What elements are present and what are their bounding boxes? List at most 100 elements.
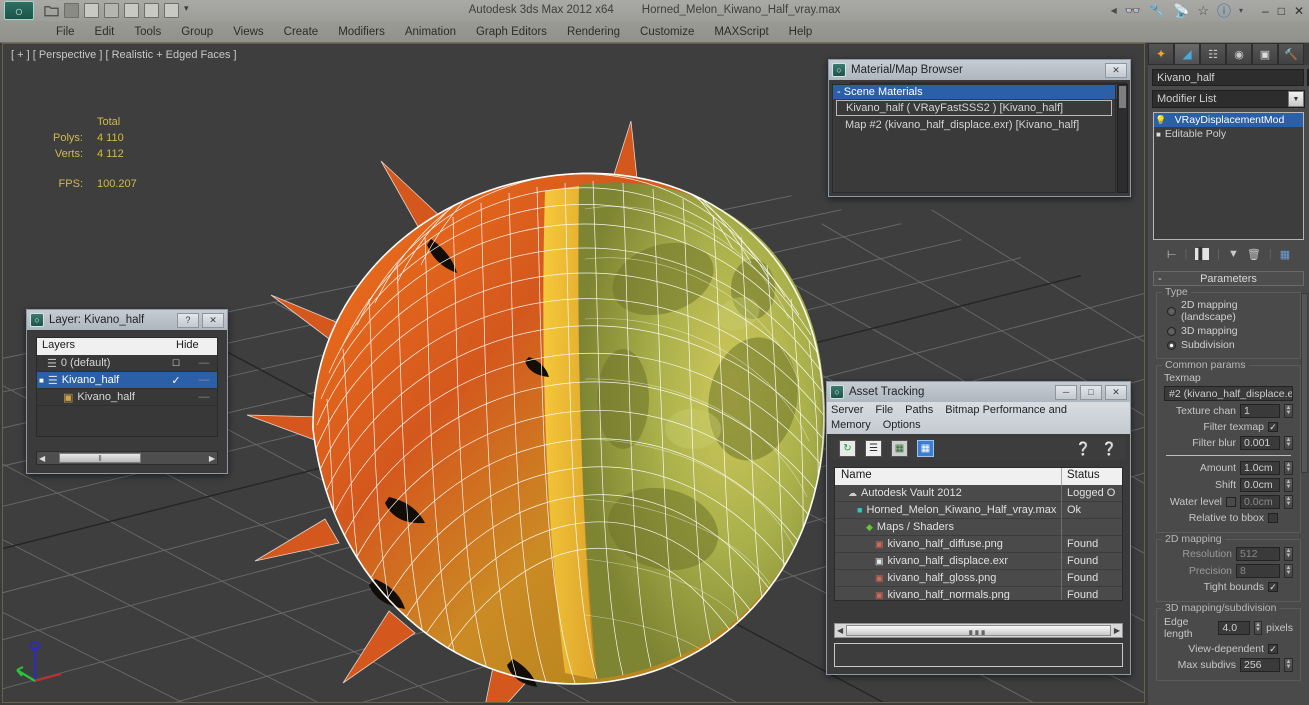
- render-iterative-icon[interactable]: [164, 3, 179, 18]
- scene-materials-group[interactable]: - Scene Materials: [833, 85, 1115, 99]
- layer-dialog-titlebar[interactable]: ○ Layer: Kivano_half ? ✕: [27, 310, 227, 330]
- texture-channel-field[interactable]: 1: [1240, 404, 1280, 418]
- layer-list[interactable]: Layers Hide ☰ 0 (default) ☐ — ■ ☰ Kivano…: [36, 337, 218, 437]
- edge-length-spinner[interactable]: ▲ ▼: [1253, 621, 1263, 635]
- asset-menu-server[interactable]: Server: [831, 404, 863, 416]
- scrollbar-thumb[interactable]: ▖▖▖: [846, 625, 1111, 636]
- lightbulb-icon[interactable]: 💡: [1155, 115, 1166, 126]
- render-setup-icon[interactable]: [104, 3, 119, 18]
- max-subdivs-field[interactable]: 256: [1240, 658, 1280, 672]
- list-view-icon[interactable]: ☰: [865, 440, 882, 457]
- asset-menu-paths[interactable]: Paths: [905, 404, 933, 416]
- asset-menu-bitmap-performance-and-memory[interactable]: Bitmap Performance and Memory: [831, 404, 1067, 431]
- asset-list[interactable]: Name Status ☁ Autodesk Vault 2012 Logged O…: [834, 467, 1123, 601]
- asset-tracking-dialog[interactable]: ○ Asset Tracking ─ □ ✕ Server File Paths Bi…: [826, 381, 1131, 675]
- layer-row-kivano-half[interactable]: ■ ☰ Kivano_half ✓ —: [37, 372, 217, 389]
- view-dependent-checkbox[interactable]: ✓: [1268, 644, 1278, 654]
- minimize-button[interactable]: –: [1262, 4, 1269, 18]
- refresh-icon[interactable]: ↻: [839, 440, 856, 457]
- asset-menu-options[interactable]: Options: [883, 419, 921, 431]
- material-browser-titlebar[interactable]: ○ Material/Map Browser ✕: [829, 60, 1130, 80]
- scrollbar-thumb[interactable]: ‖: [59, 453, 142, 463]
- parameters-rollout[interactable]: - Parameters Type 2D mapping (landscape)…: [1153, 271, 1304, 681]
- menu-item-file[interactable]: File: [46, 21, 85, 43]
- make-unique-icon[interactable]: ▼: [1228, 248, 1239, 260]
- asset-close-button[interactable]: ✕: [1105, 384, 1127, 400]
- layer-hide-cell[interactable]: —: [191, 357, 217, 369]
- save-icon[interactable]: [64, 3, 79, 18]
- tab-utilities[interactable]: 🔨: [1278, 43, 1304, 65]
- star-icon[interactable]: ☆: [1197, 3, 1209, 19]
- asset-restore-button[interactable]: □: [1080, 384, 1102, 400]
- material-list[interactable]: - Scene Materials Kivano_half ( VRayFast…: [832, 84, 1116, 193]
- filter-texmap-checkbox[interactable]: ✓: [1268, 422, 1278, 432]
- menu-item-tools[interactable]: Tools: [124, 21, 171, 43]
- radio-icon-selected[interactable]: [1167, 340, 1176, 350]
- help-icon[interactable]: ❔: [1075, 440, 1092, 457]
- tab-create[interactable]: ✦: [1148, 43, 1174, 65]
- asset-row[interactable]: ☁ Autodesk Vault 2012 Logged O: [835, 484, 1122, 502]
- group-expander[interactable]: -: [837, 86, 841, 98]
- grid-view-icon[interactable]: ▦: [917, 440, 934, 457]
- texture-channel-spinner[interactable]: ▲ ▼: [1284, 404, 1293, 418]
- precision-field[interactable]: 8: [1236, 564, 1280, 578]
- menu-item-rendering[interactable]: Rendering: [557, 21, 630, 43]
- qat-more-icon[interactable]: ▾: [184, 3, 194, 18]
- stack-item-editable-poly[interactable]: ■ Editable Poly: [1154, 127, 1303, 141]
- water-level-checkbox[interactable]: [1226, 497, 1236, 507]
- asset-row[interactable]: ▣ kivano_half_displace.exr Found: [835, 552, 1122, 570]
- maximize-button[interactable]: □: [1278, 4, 1285, 18]
- wrench-icon[interactable]: 🔧: [1149, 3, 1165, 19]
- filter-blur-spinner[interactable]: ▲ ▼: [1284, 436, 1293, 450]
- menu-item-maxscript[interactable]: MAXScript: [704, 21, 778, 43]
- remove-modifier-icon[interactable]: 🗑: [1247, 248, 1261, 261]
- precision-spinner[interactable]: ▲ ▼: [1284, 564, 1293, 578]
- material-item-kivano-half[interactable]: Kivano_half ( VRayFastSSS2 ) [Kivano_hal…: [836, 100, 1112, 116]
- parameters-rollout-header[interactable]: - Parameters: [1153, 271, 1304, 286]
- show-end-result-icon[interactable]: ▌: [1195, 248, 1210, 260]
- resolution-spinner[interactable]: ▲ ▼: [1284, 547, 1293, 561]
- radio-subdivision[interactable]: Subdivision: [1167, 339, 1295, 351]
- close-button[interactable]: ✕: [1294, 4, 1304, 18]
- layer-help-button[interactable]: ?: [177, 312, 199, 328]
- menu-item-customize[interactable]: Customize: [630, 21, 704, 43]
- menu-item-create[interactable]: Create: [274, 21, 329, 43]
- thumbnail-view-icon[interactable]: ▦: [891, 440, 908, 457]
- amount-field[interactable]: 1.0cm: [1240, 461, 1280, 475]
- material-map-browser-dialog[interactable]: ○ Material/Map Browser ✕ ▼ - Scene Mater…: [828, 59, 1131, 197]
- menu-item-animation[interactable]: Animation: [395, 21, 466, 43]
- resolution-field[interactable]: 512: [1236, 547, 1280, 561]
- satellite-icon[interactable]: 📡: [1173, 3, 1189, 19]
- asset-row[interactable]: ■ Horned_Melon_Kiwano_Half_vray.max Ok: [835, 501, 1122, 519]
- material-browser-close-button[interactable]: ✕: [1105, 62, 1127, 78]
- scroll-left-icon[interactable]: ◀: [837, 626, 843, 635]
- amount-spinner[interactable]: ▲ ▼: [1284, 461, 1293, 475]
- asset-row[interactable]: ▣ kivano_half_normals.png Found: [835, 586, 1122, 600]
- tight-bounds-checkbox[interactable]: ✓: [1268, 582, 1278, 592]
- texmap-button[interactable]: #2 (kivano_half_displace.exr): [1164, 386, 1293, 401]
- tab-hierarchy[interactable]: ☷: [1200, 43, 1226, 65]
- menu-item-views[interactable]: Views: [223, 21, 273, 43]
- expand-icon[interactable]: ■: [39, 376, 44, 385]
- menu-item-graph-editors[interactable]: Graph Editors: [466, 21, 557, 43]
- layer-active-checkbox[interactable]: ☐: [161, 358, 191, 369]
- menu-item-modifiers[interactable]: Modifiers: [328, 21, 395, 43]
- max-subdivs-spinner[interactable]: ▲ ▼: [1284, 658, 1293, 672]
- layer-row-object-kivano-half[interactable]: ▣ Kivano_half —: [37, 389, 217, 406]
- scroll-right-icon[interactable]: ▶: [209, 454, 215, 463]
- help-dropdown-icon[interactable]: ▾: [1239, 6, 1243, 15]
- modifier-stack[interactable]: 💡 VRayDisplacementMod ■ Editable Poly: [1153, 112, 1304, 240]
- object-hide-cell[interactable]: —: [191, 391, 217, 403]
- asset-tracking-titlebar[interactable]: ○ Asset Tracking ─ □ ✕: [827, 382, 1130, 402]
- help-icon[interactable]: ⓘ: [1217, 1, 1231, 21]
- shift-spinner[interactable]: ▲ ▼: [1284, 478, 1293, 492]
- stack-item-vraydisplacementmod[interactable]: 💡 VRayDisplacementMod: [1154, 113, 1303, 127]
- viewport-label[interactable]: [ + ] [ Perspective ] [ Realistic + Edge…: [11, 49, 237, 61]
- radio-icon[interactable]: [1167, 326, 1176, 336]
- tab-motion[interactable]: ◉: [1226, 43, 1252, 65]
- chevron-down-icon[interactable]: ▼: [1288, 91, 1304, 107]
- object-name-input[interactable]: [1152, 69, 1304, 86]
- asset-row[interactable]: ◆ Maps / Shaders: [835, 518, 1122, 536]
- radio-2d-mapping[interactable]: 2D mapping (landscape): [1167, 299, 1295, 323]
- menu-item-edit[interactable]: Edit: [85, 21, 125, 43]
